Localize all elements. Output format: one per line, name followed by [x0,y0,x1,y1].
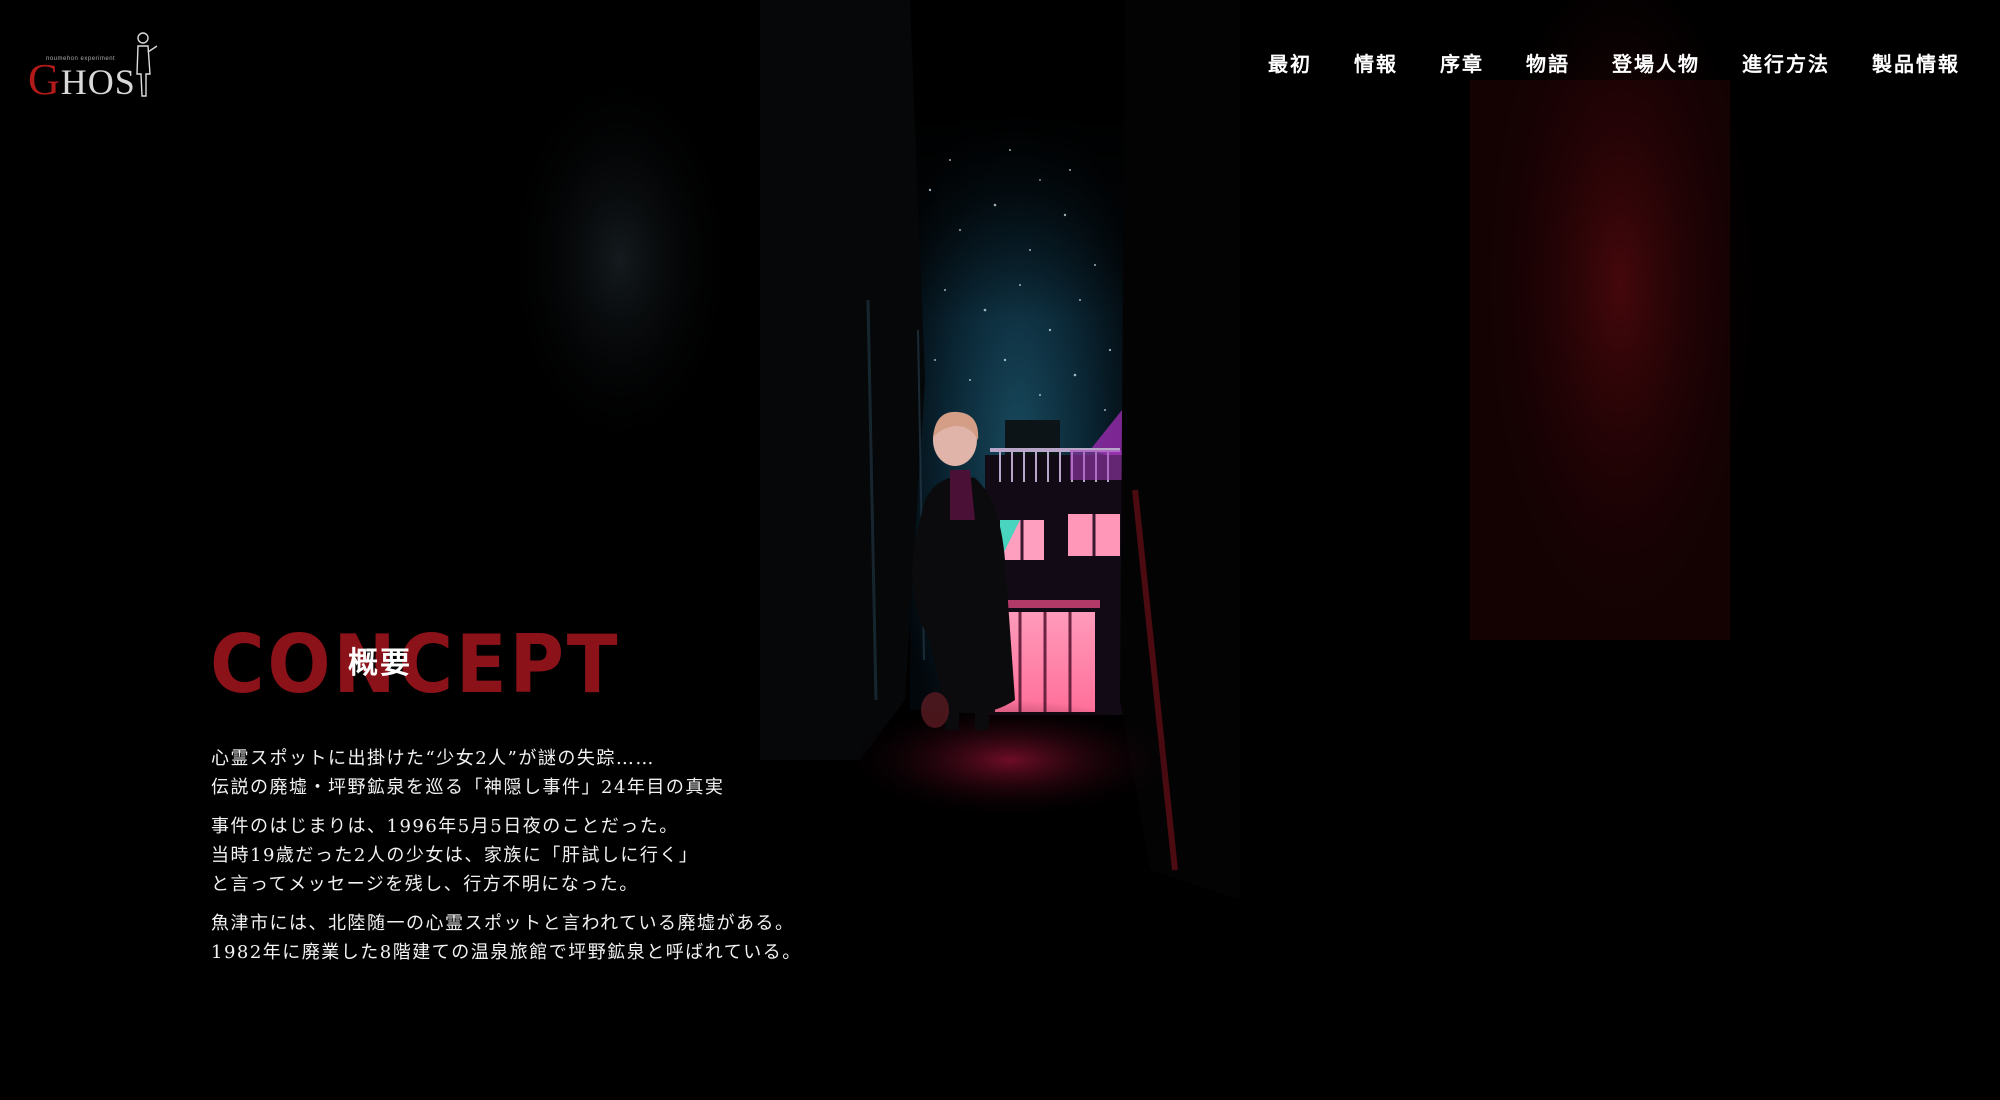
concept-line: と言ってメッセージを残し、行方不明になった。 [211,874,639,895]
concept-body: 心霊スポットに出掛けた“少女2人”が謎の失踪…… 伝説の廃墟・坪野鉱泉を巡る「神… [211,744,911,977]
concept-line: 当時19歳だった2人の少女は、家族に「肝試しに行く」 [211,845,699,866]
logo-wordmark: GHOS [28,58,136,102]
concept-heading-ja: 概要 [348,646,412,681]
main-nav: 最初 情報 序章 物語 登場人物 進行方法 製品情報 [1268,48,1960,77]
nav-item-characters[interactable]: 登場人物 [1612,48,1700,77]
concept-paragraph: 事件のはじまりは、1996年5月5日夜のことだった。 当時19歳だった2人の少女… [211,812,911,899]
page: noumehon experiment GHOS 最初 情報 序章 物語 登場人… [0,0,2000,1100]
concept-heading-en: CONCEPT [210,618,621,711]
concept-line: 心霊スポットに出掛けた“少女2人”が謎の失踪…… [211,748,655,769]
nav-item-prologue[interactable]: 序章 [1440,48,1484,77]
nav-item-top[interactable]: 最初 [1268,48,1312,77]
nav-item-news[interactable]: 情報 [1354,48,1398,77]
concept-paragraph: 魚津市には、北陸随一の心霊スポットと言われている廃墟がある。 1982年に廃業し… [211,909,911,967]
concept-line: 事件のはじまりは、1996年5月5日夜のことだった。 [211,816,679,837]
concept-paragraph: 心霊スポットに出掛けた“少女2人”が謎の失踪…… 伝説の廃墟・坪野鉱泉を巡る「神… [211,744,911,802]
nav-item-how-to-play[interactable]: 進行方法 [1742,48,1830,77]
logo-initial: G [28,55,61,104]
standing-person-icon [136,32,158,97]
nav-item-product[interactable]: 製品情報 [1872,48,1960,77]
logo-text-rest: HOS [60,62,136,102]
nav-item-story[interactable]: 物語 [1526,48,1570,77]
concept-heading: CONCEPT 概要 [210,620,618,710]
site-logo[interactable]: noumehon experiment GHOS [28,30,158,102]
concept-line: 魚津市には、北陸随一の心霊スポットと言われている廃墟がある。 [211,913,795,934]
concept-line: 1982年に廃業した8階建ての温泉旅館で坪野鉱泉と呼ばれている。 [211,942,802,963]
concept-line: 伝説の廃墟・坪野鉱泉を巡る「神隠し事件」24年目の真実 [211,777,725,798]
